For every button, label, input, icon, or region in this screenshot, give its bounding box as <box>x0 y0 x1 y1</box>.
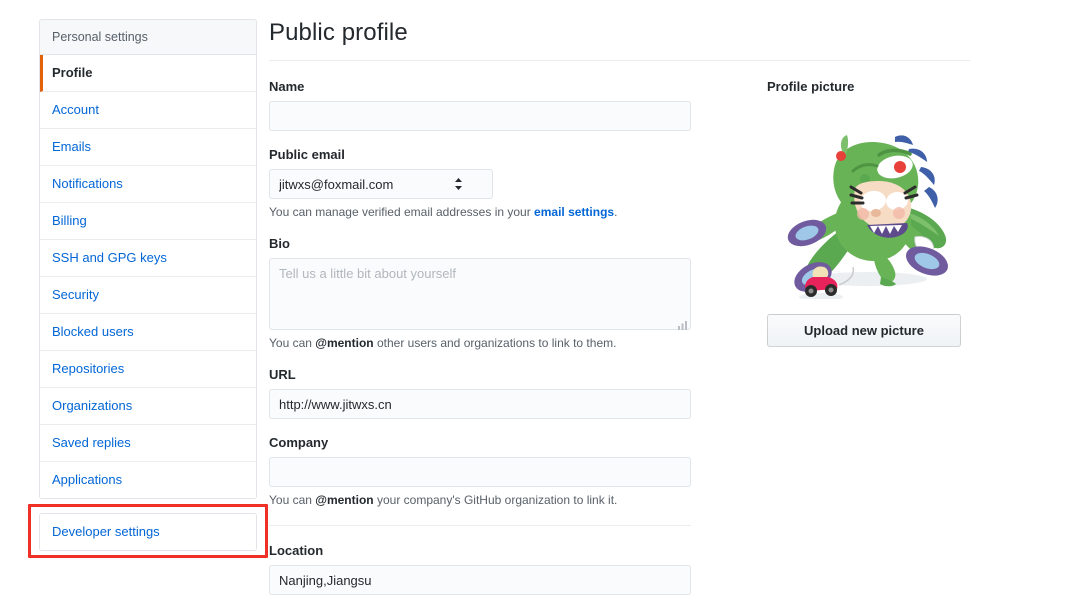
public-email-note-prefix: You can manage verified email addresses … <box>269 205 534 219</box>
sidebar-item-saved-replies[interactable]: Saved replies <box>40 425 256 462</box>
bio-field-block: Bio You can @mention other users an <box>269 235 694 351</box>
bio-note-mention: @mention <box>315 336 373 350</box>
url-label: URL <box>269 366 694 383</box>
company-field-block: Company You can @mention your company's … <box>269 434 694 508</box>
company-note-prefix: You can <box>269 493 315 507</box>
url-field-block: URL <box>269 366 694 419</box>
sidebar-item-repositories[interactable]: Repositories <box>40 351 256 388</box>
main-content: Public profile Name Public email jitwxs@… <box>269 18 1059 607</box>
profile-form: Name Public email jitwxs@foxmail.com <box>269 78 694 607</box>
sidebar-item-blocked-users[interactable]: Blocked users <box>40 314 256 351</box>
company-input[interactable] <box>269 457 691 487</box>
email-settings-link[interactable]: email settings <box>534 205 614 219</box>
developer-settings-menu: Developer settings <box>39 513 257 551</box>
sidebar-header: Personal settings <box>40 20 256 55</box>
bio-wrap <box>269 258 691 330</box>
settings-sidebar: Personal settings Profile Account Emails… <box>39 19 257 551</box>
public-email-select-wrap: jitwxs@foxmail.com <box>269 169 493 199</box>
sidebar-item-organizations[interactable]: Organizations <box>40 388 256 425</box>
profile-columns: Name Public email jitwxs@foxmail.com <box>269 78 1059 607</box>
developer-settings-wrapper: Developer settings <box>39 513 257 551</box>
sidebar-item-billing[interactable]: Billing <box>40 203 256 240</box>
url-input[interactable] <box>269 389 691 419</box>
public-email-select[interactable]: jitwxs@foxmail.com <box>269 169 493 199</box>
sidebar-item-security[interactable]: Security <box>40 277 256 314</box>
sidebar-item-ssh-and-gpg-keys[interactable]: SSH and GPG keys <box>40 240 256 277</box>
sidebar-item-developer-settings[interactable]: Developer settings <box>40 514 256 550</box>
bio-label: Bio <box>269 235 694 252</box>
sidebar-item-account[interactable]: Account <box>40 92 256 129</box>
page-title: Public profile <box>269 18 1059 48</box>
name-label: Name <box>269 78 694 95</box>
company-note-suffix: your company's GitHub organization to li… <box>374 493 618 507</box>
company-note-mention: @mention <box>315 493 373 507</box>
profile-picture-label: Profile picture <box>767 78 1043 95</box>
form-section-divider <box>269 525 691 526</box>
personal-settings-menu: Personal settings Profile Account Emails… <box>39 19 257 499</box>
location-label: Location <box>269 542 694 559</box>
company-note: You can @mention your company's GitHub o… <box>269 492 694 508</box>
bio-note-prefix: You can <box>269 336 315 350</box>
location-field-block: Location <box>269 542 694 595</box>
settings-page: Personal settings Profile Account Emails… <box>0 0 1080 607</box>
bio-note: You can @mention other users and organiz… <box>269 335 694 351</box>
title-divider <box>269 60 970 61</box>
profile-picture-panel: Profile picture <box>767 78 1043 607</box>
name-field-block: Name <box>269 78 694 131</box>
avatar[interactable] <box>767 107 961 301</box>
location-input[interactable] <box>269 565 691 595</box>
sidebar-item-applications[interactable]: Applications <box>40 462 256 498</box>
bio-textarea[interactable] <box>269 258 691 330</box>
sidebar-item-emails[interactable]: Emails <box>40 129 256 166</box>
public-email-note: You can manage verified email addresses … <box>269 204 694 220</box>
sidebar-item-notifications[interactable]: Notifications <box>40 166 256 203</box>
upload-new-picture-button[interactable]: Upload new picture <box>767 314 961 347</box>
company-label: Company <box>269 434 694 451</box>
dinosaur-costume-avatar-icon <box>769 109 959 299</box>
public-email-note-suffix: . <box>614 205 617 219</box>
public-email-field-block: Public email jitwxs@foxmail.com <box>269 146 694 220</box>
public-email-label: Public email <box>269 146 694 163</box>
sidebar-item-profile[interactable]: Profile <box>40 55 256 92</box>
bio-note-suffix: other users and organizations to link to… <box>374 336 617 350</box>
name-input[interactable] <box>269 101 691 131</box>
